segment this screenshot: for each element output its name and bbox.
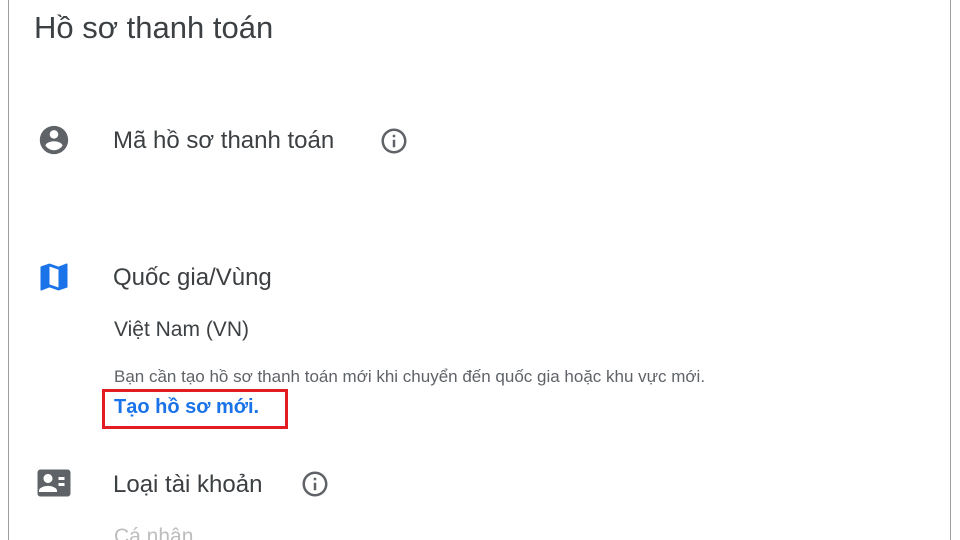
profile-id-info-icon[interactable] xyxy=(379,126,409,156)
country-label: Quốc gia/Vùng xyxy=(113,264,272,291)
account-type-info-icon[interactable] xyxy=(300,469,330,499)
account-type-label: Loại tài khoản xyxy=(113,471,263,498)
right-border xyxy=(950,0,951,540)
left-border xyxy=(8,0,9,540)
country-change-note: Bạn cần tạo hồ sơ thanh toán mới khi chu… xyxy=(114,367,706,386)
account-circle-icon xyxy=(39,125,69,155)
billing-profile-page: Hồ sơ thanh toán Mã hồ sơ thanh toán Quố… xyxy=(0,0,960,540)
page-title: Hồ sơ thanh toán xyxy=(34,10,274,45)
contact-card-icon xyxy=(37,469,71,497)
profile-id-label: Mã hồ sơ thanh toán xyxy=(113,127,335,154)
account-type-value: Cá nhân xyxy=(114,525,194,540)
map-icon xyxy=(40,263,68,291)
country-value: Việt Nam (VN) xyxy=(114,318,249,341)
create-new-profile-link[interactable]: Tạo hồ sơ mới. xyxy=(114,396,259,419)
